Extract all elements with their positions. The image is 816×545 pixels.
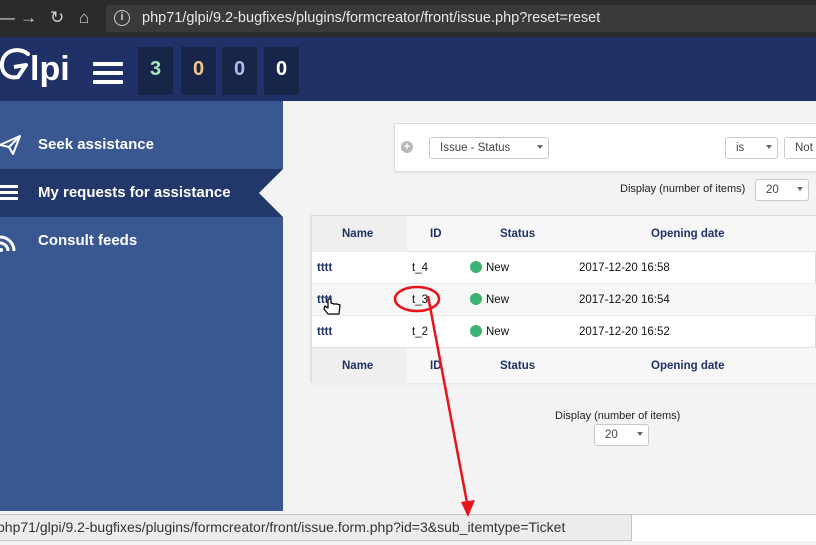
search-operator-select[interactable]: is — [725, 137, 778, 159]
row-opening-date: 2017-12-20 16:52 — [579, 326, 670, 338]
display-count-label-bottom: Display (number of items) — [555, 410, 681, 422]
home-icon[interactable]: ⌂ — [79, 9, 89, 27]
counter-value: 3 — [149, 58, 162, 80]
main-content: + Issue - Status is Not Display (number … — [283, 101, 816, 511]
glpi-logo-text[interactable]: lpi — [30, 49, 70, 89]
row-status: New — [486, 262, 510, 274]
table-row: tttt t_2 New 2017-12-20 16:52 — [312, 316, 816, 348]
app-header: lpi 3 0 0 0 — [0, 37, 816, 101]
row-status: New — [486, 294, 510, 306]
column-header-name[interactable]: Name — [342, 228, 373, 240]
row-name-link[interactable]: tttt — [317, 262, 332, 274]
chevron-down-icon — [797, 187, 803, 191]
column-header-opening-date[interactable]: Opening date — [651, 228, 724, 240]
search-field-select[interactable]: Issue - Status — [429, 137, 549, 159]
chevron-down-icon — [766, 145, 772, 149]
column-header-id[interactable]: ID — [430, 228, 442, 240]
status-new-icon — [470, 325, 482, 337]
search-criteria-panel: + Issue - Status is Not — [394, 123, 816, 172]
status-new-icon — [470, 293, 482, 305]
column-header-status[interactable]: Status — [500, 228, 535, 240]
list-icon — [0, 185, 18, 200]
row-name-link[interactable]: tttt — [317, 326, 332, 338]
sidebar-item-label: Consult feeds — [38, 232, 138, 249]
active-item-indicator — [259, 169, 283, 217]
rss-feed-icon — [0, 235, 16, 252]
counter-value: 0 — [275, 58, 288, 80]
sidebar-item-seek-assistance[interactable]: Seek assistance — [0, 121, 283, 169]
row-opening-date: 2017-12-20 16:54 — [579, 294, 670, 306]
chevron-down-icon — [637, 432, 643, 436]
column-footer-status[interactable]: Status — [500, 360, 535, 372]
link-preview-url: php71/glpi/9.2-bugfixes/plugins/formcrea… — [0, 514, 632, 541]
row-id: t_3 — [412, 294, 428, 306]
browser-status-bar: php71/glpi/9.2-bugfixes/plugins/formcrea… — [0, 511, 816, 545]
sidebar-item-label: My requests for assistance — [38, 184, 231, 201]
display-count-value: 20 — [766, 184, 779, 196]
forward-arrow-icon[interactable]: → — [20, 9, 37, 27]
requests-table: Name ID Status Opening date tttt t_4 New… — [311, 215, 816, 384]
reload-icon[interactable]: ↻ — [50, 9, 64, 27]
glpi-logo-icon[interactable] — [0, 45, 30, 85]
table-header: Name ID Status Opening date — [312, 216, 816, 252]
column-footer-name[interactable]: Name — [342, 360, 373, 372]
column-footer-id[interactable]: ID — [430, 360, 442, 372]
search-field-value: Issue - Status — [440, 142, 511, 154]
row-id: t_2 — [412, 326, 428, 338]
row-name-link[interactable]: tttt — [317, 294, 332, 306]
counter-value: 0 — [233, 58, 246, 80]
status-new-icon — [470, 261, 482, 273]
sidebar-item-consult-feeds[interactable]: Consult feeds — [0, 217, 283, 265]
info-icon[interactable]: i — [114, 10, 130, 26]
link-preview-text: php71/glpi/9.2-bugfixes/plugins/formcrea… — [0, 519, 566, 535]
column-footer-opening-date[interactable]: Opening date — [651, 360, 724, 372]
page-background-strip — [632, 514, 816, 541]
chevron-down-icon — [537, 145, 543, 149]
back-arrow-icon[interactable]: — — [0, 9, 15, 27]
display-count-select[interactable]: 20 — [755, 179, 809, 201]
search-value-select[interactable]: Not — [784, 137, 816, 159]
display-count-select-bottom[interactable]: 20 — [594, 424, 649, 446]
address-bar[interactable]: i php71/glpi/9.2-bugfixes/plugins/formcr… — [106, 5, 816, 32]
table-footer: Name ID Status Opening date — [312, 347, 816, 384]
search-value-text: Not — [795, 142, 813, 154]
menu-toggle-icon[interactable] — [93, 62, 123, 86]
sidebar-item-my-requests[interactable]: My requests for assistance — [0, 169, 283, 217]
sidebar: Seek assistance My requests for assistan… — [0, 101, 283, 511]
paper-plane-icon — [0, 135, 21, 155]
ticket-counter-pending[interactable]: 0 — [181, 47, 216, 95]
row-status: New — [486, 326, 510, 338]
table-row: tttt t_4 New 2017-12-20 16:58 — [312, 252, 816, 284]
ticket-counter-new[interactable]: 3 — [138, 47, 173, 95]
table-row: tttt t_3 New 2017-12-20 16:54 — [312, 284, 816, 316]
row-opening-date: 2017-12-20 16:58 — [579, 262, 670, 274]
display-count-value: 20 — [605, 429, 618, 441]
ticket-counter-closed[interactable]: 0 — [264, 47, 299, 95]
ticket-counter-solved[interactable]: 0 — [222, 47, 257, 95]
sidebar-item-label: Seek assistance — [38, 136, 154, 153]
add-criterion-icon[interactable]: + — [401, 141, 413, 153]
browser-toolbar: — → ↻ ⌂ i php71/glpi/9.2-bugfixes/plugin… — [0, 0, 816, 37]
row-id: t_4 — [412, 262, 428, 274]
search-operator-value: is — [736, 142, 745, 154]
display-count-label: Display (number of items) — [620, 183, 746, 195]
address-bar-url: php71/glpi/9.2-bugfixes/plugins/formcrea… — [142, 10, 601, 26]
counter-value: 0 — [192, 58, 205, 80]
